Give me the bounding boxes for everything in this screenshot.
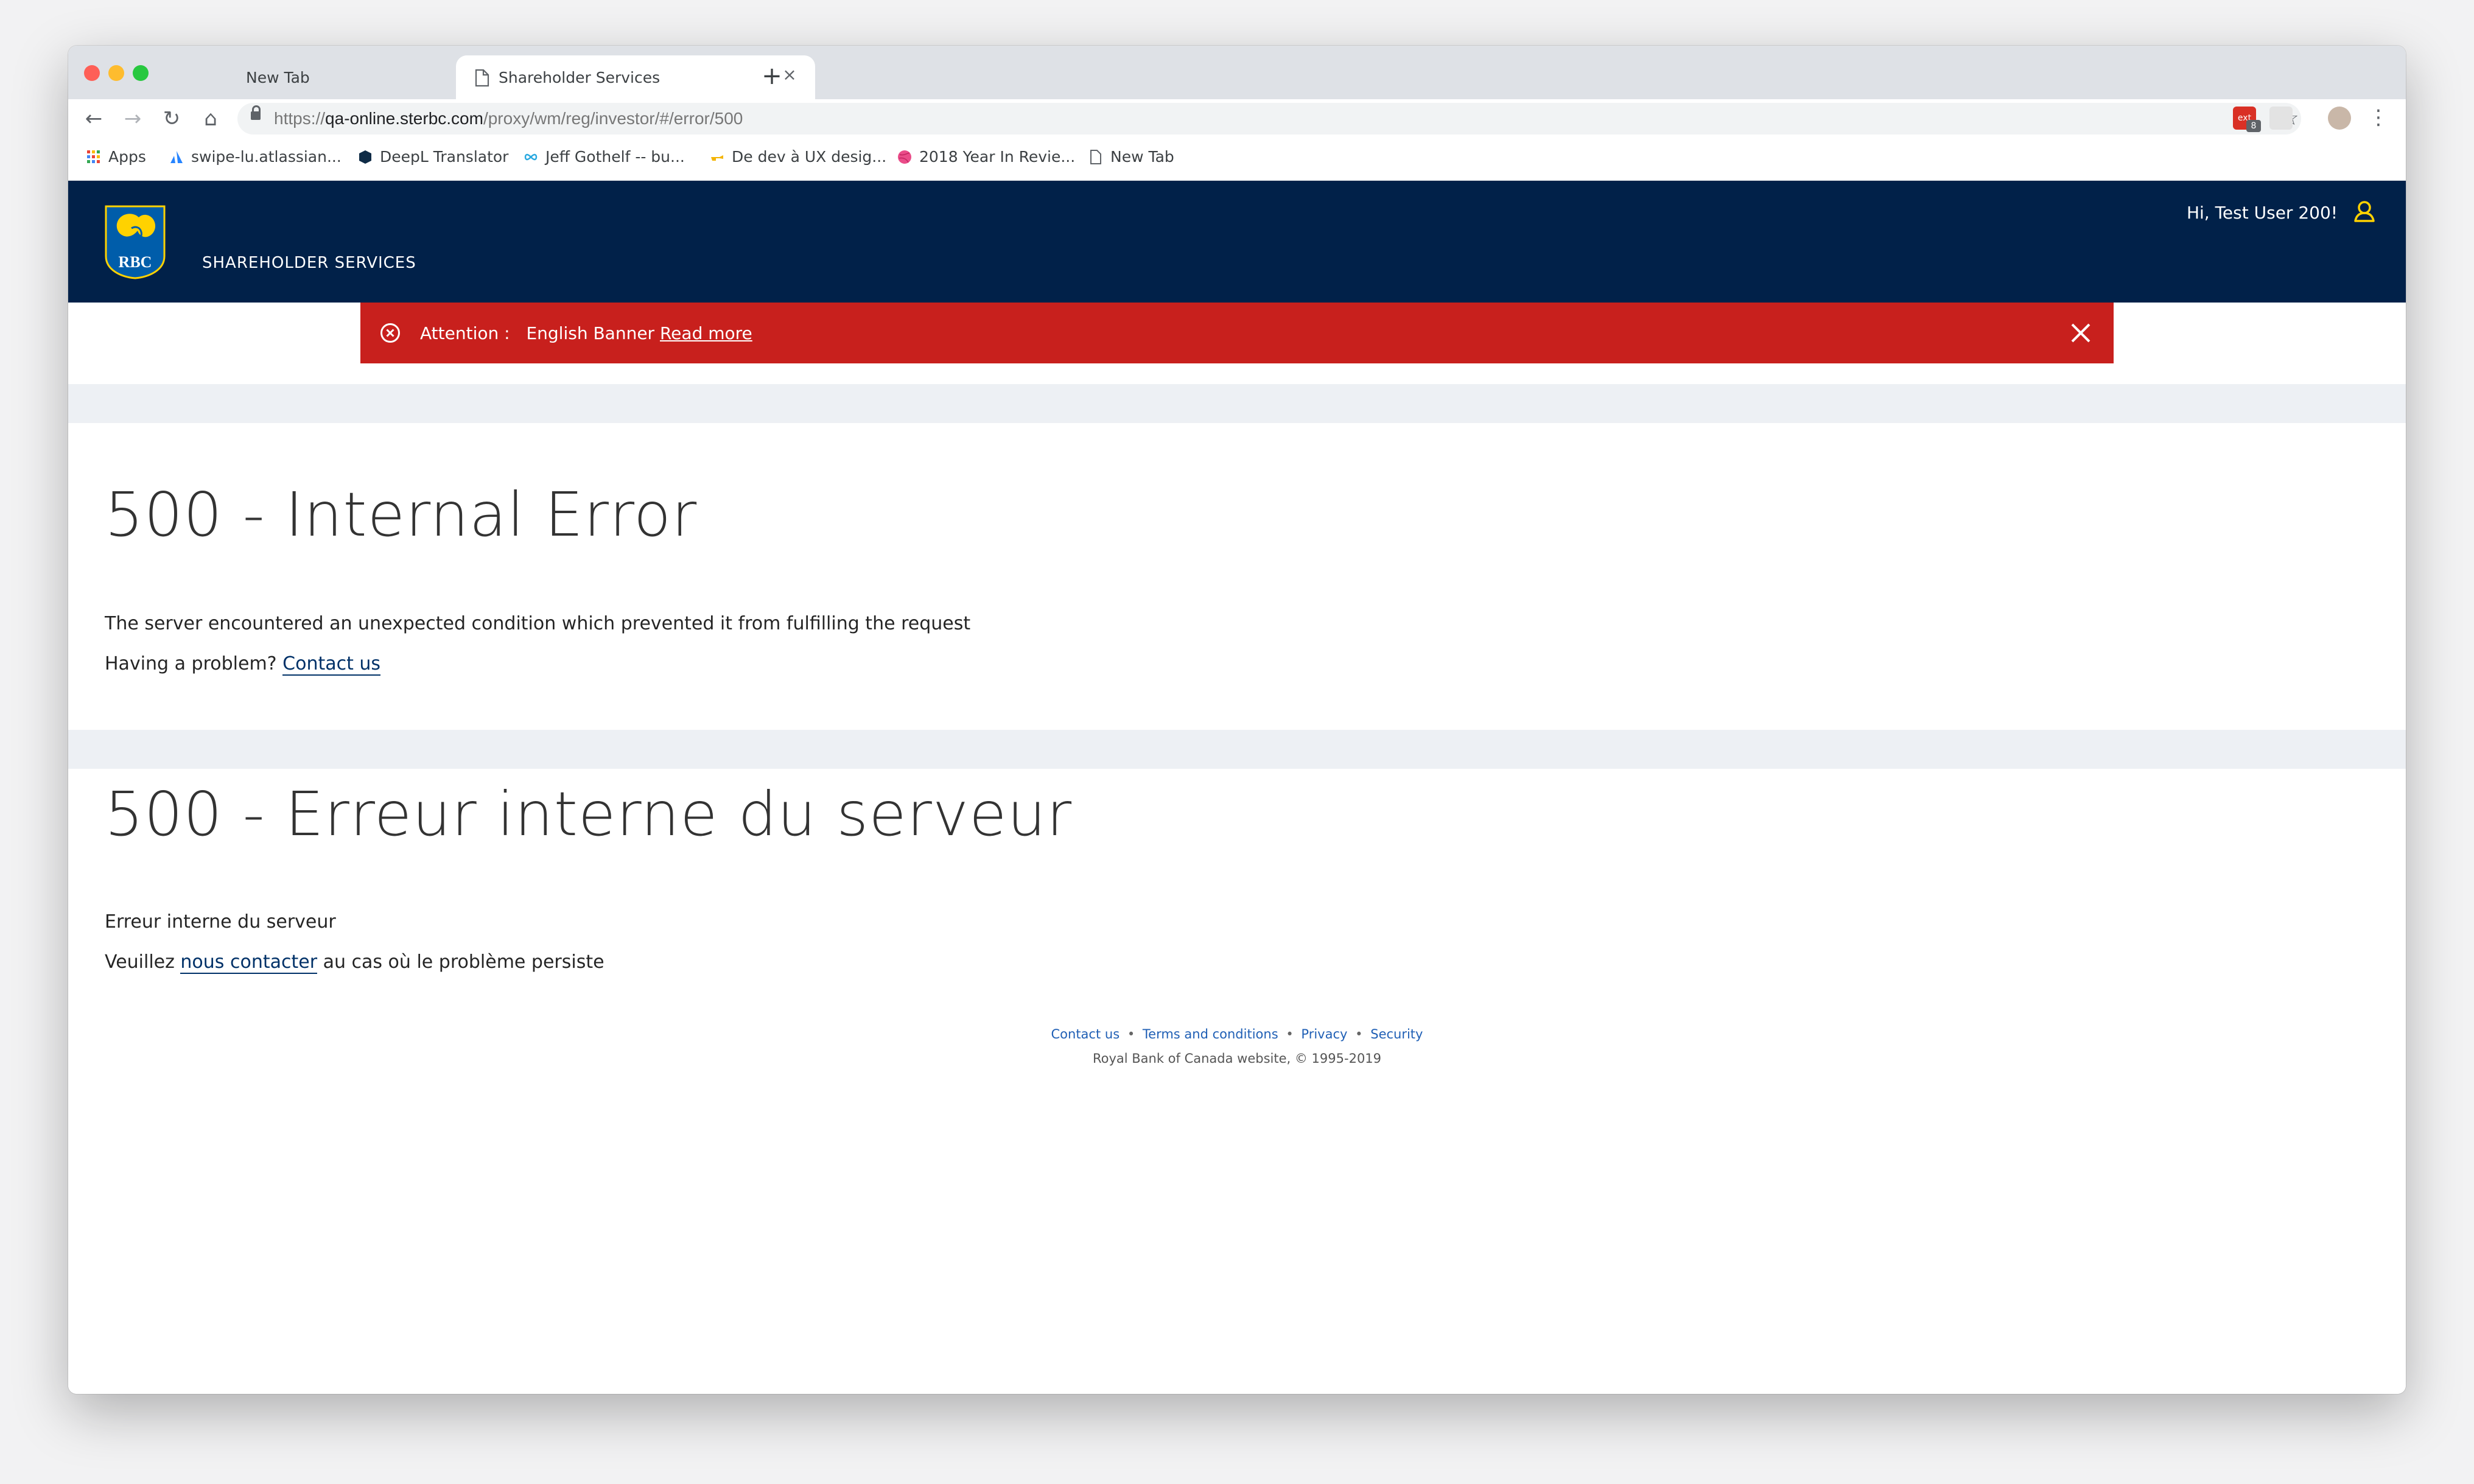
footer-privacy-link[interactable]: Privacy bbox=[1301, 1027, 1347, 1041]
help-suffix: au cas où le problème persiste bbox=[323, 951, 604, 973]
site-title: SHAREHOLDER SERVICES bbox=[202, 254, 416, 272]
page-content: RBC SHAREHOLDER SERVICES Hi, Test User 2… bbox=[68, 181, 2406, 1394]
footer-separator: • bbox=[1286, 1027, 1294, 1041]
error-help-fr: Veuillez nous contacter au cas où le pro… bbox=[105, 951, 604, 974]
profile-avatar[interactable] bbox=[2328, 107, 2351, 130]
error-title-fr: 500 - Erreur interne du serveur bbox=[105, 779, 1073, 850]
dribbble-icon bbox=[898, 150, 911, 164]
tab-strip: New Tab × Shareholder Services × + bbox=[68, 46, 2406, 99]
error-description-fr: Erreur interne du serveur bbox=[105, 911, 336, 933]
close-window-button[interactable] bbox=[84, 65, 100, 81]
browser-toolbar: ← → ↻ ⌂ https://qa-online.sterbc.com/pro… bbox=[68, 99, 2406, 138]
browser-menu-icon[interactable]: ⋮ bbox=[2368, 104, 2389, 131]
extension-chat-icon[interactable] bbox=[2269, 107, 2293, 130]
bookmark-2018-year-in-review[interactable]: 2018 Year In Revie... bbox=[897, 148, 1075, 169]
hand-icon bbox=[711, 155, 723, 161]
bookmarks-bar: Apps swipe-lu.atlassian... DeepL Transla… bbox=[68, 138, 2406, 181]
url-text[interactable]: https://qa-online.sterbc.com/proxy/wm/re… bbox=[274, 109, 743, 128]
address-bar[interactable]: https://qa-online.sterbc.com/proxy/wm/re… bbox=[237, 103, 2301, 135]
user-profile-icon[interactable] bbox=[2352, 199, 2377, 223]
banner-message: English Banner bbox=[526, 323, 655, 343]
tab-title: Shareholder Services bbox=[499, 69, 661, 86]
footer-contact-us-link[interactable]: Contact us bbox=[1051, 1027, 1120, 1041]
deepl-icon bbox=[359, 150, 371, 164]
atlassian-icon bbox=[170, 150, 183, 163]
footer-separator: • bbox=[1355, 1027, 1363, 1041]
page-icon bbox=[1090, 149, 1101, 164]
bookmark-deepl[interactable]: DeepL Translator bbox=[358, 148, 508, 169]
banner-label: Attention : bbox=[420, 323, 510, 343]
extension-badge: 8 bbox=[2246, 120, 2261, 132]
browser-window: New Tab × Shareholder Services × + ← → ↻… bbox=[68, 46, 2406, 1394]
help-prefix: Having a problem? bbox=[105, 653, 277, 674]
bookmark-apps[interactable]: Apps bbox=[86, 148, 146, 169]
reload-icon[interactable]: ↻ bbox=[158, 105, 185, 132]
section-divider bbox=[68, 730, 2406, 769]
alert-banner: Attention : English Banner Read more bbox=[360, 303, 2114, 363]
bookmark-de-dev-a-ux[interactable]: De dev à UX desig... bbox=[710, 148, 886, 169]
forward-arrow-icon[interactable]: → bbox=[119, 105, 146, 132]
error-description-en: The server encountered an unexpected con… bbox=[105, 613, 971, 634]
new-tab-plus-icon[interactable]: + bbox=[759, 63, 785, 89]
bookmark-new-tab[interactable]: New Tab bbox=[1088, 148, 1174, 169]
banner-read-more-link[interactable]: Read more bbox=[660, 323, 752, 343]
home-icon[interactable]: ⌂ bbox=[197, 105, 224, 132]
minimize-window-button[interactable] bbox=[108, 65, 124, 81]
footer-security-link[interactable]: Security bbox=[1370, 1027, 1423, 1041]
error-circle-icon bbox=[380, 323, 400, 343]
rbc-logo[interactable]: RBC bbox=[103, 204, 170, 281]
bookmark-jeff-gothelf[interactable]: Jeff Gothelf -- bu... bbox=[524, 148, 685, 169]
apps-grid-icon bbox=[87, 150, 100, 163]
document-icon bbox=[475, 69, 489, 87]
contact-us-link[interactable]: Contact us bbox=[282, 653, 381, 676]
footer-separator: • bbox=[1127, 1027, 1135, 1041]
banner-text: Attention : English Banner Read more bbox=[420, 323, 752, 343]
bookmark-atlassian[interactable]: swipe-lu.atlassian... bbox=[169, 148, 342, 169]
infinity-icon bbox=[524, 153, 538, 160]
lock-icon bbox=[251, 105, 261, 120]
footer-terms-link[interactable]: Terms and conditions bbox=[1143, 1027, 1278, 1041]
site-header: RBC SHAREHOLDER SERVICES Hi, Test User 2… bbox=[68, 181, 2406, 303]
back-arrow-icon[interactable]: ← bbox=[80, 105, 107, 132]
maximize-window-button[interactable] bbox=[133, 65, 149, 81]
tab-title: New Tab bbox=[246, 69, 310, 86]
help-prefix: Veuillez bbox=[105, 951, 175, 973]
footer-copyright: Royal Bank of Canada website, © 1995-201… bbox=[1092, 1051, 1382, 1066]
user-greeting[interactable]: Hi, Test User 200! bbox=[2187, 203, 2338, 223]
svg-text:RBC: RBC bbox=[119, 253, 152, 271]
error-title-en: 500 - Internal Error bbox=[105, 479, 698, 550]
error-help-en: Having a problem? Contact us bbox=[105, 653, 381, 676]
section-divider bbox=[68, 384, 2406, 423]
footer-links: Contact us • Terms and conditions • Priv… bbox=[68, 1027, 2406, 1041]
nous-contacter-link[interactable]: nous contacter bbox=[180, 951, 318, 974]
close-icon[interactable] bbox=[2069, 321, 2093, 345]
